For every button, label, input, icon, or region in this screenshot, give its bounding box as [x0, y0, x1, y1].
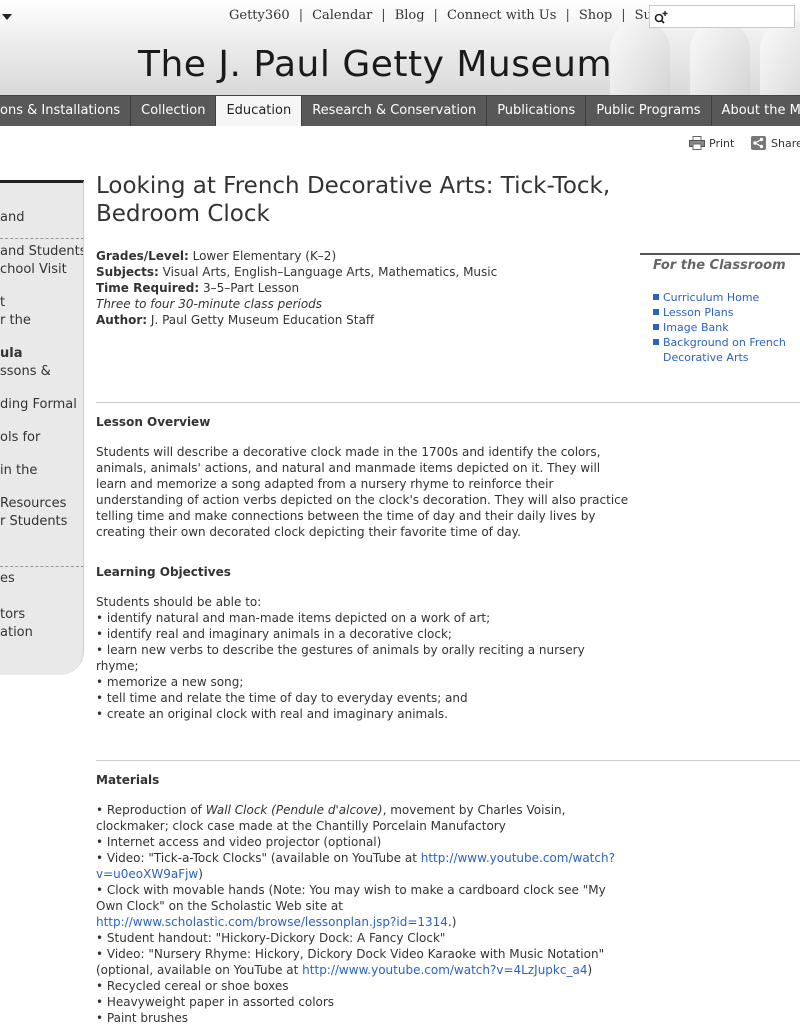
nav-tab-exhibitions[interactable]: ons & Installations: [0, 96, 132, 126]
material-item: • Paint brushes: [96, 1011, 189, 1024]
util-link-support[interactable]: Support: [635, 8, 649, 23]
printer-icon: [689, 136, 705, 150]
material-item: • Video: "Tick-a-Tock Clocks" (available…: [96, 851, 615, 881]
materials-list: • Reproduction of Wall Clock (Pendule d'…: [96, 802, 626, 1024]
nav-tab-research[interactable]: Research & Conservation: [302, 96, 488, 126]
sidebar-item[interactable]: es: [0, 570, 83, 588]
youtube-link-hickory-dickory[interactable]: http://www.youtube.com/watch?v=4LzJupkc_…: [302, 963, 587, 977]
sidebar-item[interactable]: tors ation: [0, 606, 83, 642]
objective-item: • memorize a new song;: [96, 675, 244, 689]
link-curriculum-home[interactable]: Curriculum Home: [653, 290, 800, 305]
main-nav: ons & Installations Collection Education…: [0, 95, 800, 126]
for-the-classroom-panel: For the Classroom Curriculum Home Lesson…: [640, 253, 800, 365]
util-link-shop[interactable]: Shop: [579, 8, 612, 23]
util-link-getty360[interactable]: Getty360: [229, 8, 290, 23]
material-item: • Heavyweight paper in assorted colors: [96, 995, 335, 1009]
sidebar-item[interactable]: and Students chool Visit: [0, 243, 83, 279]
objective-item: • identify real and imaginary animals in…: [96, 627, 452, 641]
sidebar-item[interactable]: ding Formal: [0, 396, 83, 414]
nav-tab-education[interactable]: Education: [216, 96, 303, 126]
link-image-bank[interactable]: Image Bank: [653, 320, 800, 335]
objectives-intro: Students should be able to:: [96, 595, 262, 609]
objective-item: • create an original clock with real and…: [96, 707, 448, 721]
left-sidebar: and and Students chool Visit tr the ula ss…: [0, 180, 84, 675]
site-header: Getty360 | Calendar | Blog | Connect with Us | S…: [0, 0, 800, 95]
for-the-classroom-title: For the Classroom: [653, 258, 786, 273]
util-link-connect[interactable]: Connect with Us: [447, 8, 557, 23]
materials-heading: Materials: [96, 773, 160, 787]
site-title[interactable]: The J. Paul Getty Museum: [138, 44, 612, 85]
share-icon: [751, 136, 766, 150]
dropdown-arrow-icon[interactable]: [2, 14, 12, 20]
utility-nav: Getty360 | Calendar | Blog | Connect with Us | S…: [229, 8, 649, 26]
share-label: Share: [771, 136, 800, 150]
main-content: Looking at French Decorative Arts: Tick-…: [96, 172, 800, 228]
search-icon[interactable]: [654, 10, 668, 24]
learning-objectives-list: Students should be able to: • identify n…: [96, 594, 596, 722]
header-decoration: [690, 20, 750, 95]
link-background-french-decorative-arts[interactable]: Background on French Decorative Arts: [653, 335, 800, 365]
sidebar-item[interactable]: Resources r Students: [0, 495, 83, 531]
grades-level: Grades/Level: Lower Elementary (K–2): [96, 249, 337, 263]
sidebar-divider: [0, 566, 83, 567]
material-item: • Internet access and video projector (o…: [96, 835, 382, 849]
material-item: • Recycled cereal or shoe boxes: [96, 979, 289, 993]
material-item: • Reproduction of Wall Clock (Pendule d'…: [96, 803, 566, 833]
share-button[interactable]: Share: [751, 136, 800, 150]
scholastic-link[interactable]: http://www.scholastic.com/browse/lessonp…: [96, 915, 448, 929]
nav-tab-about[interactable]: About the M: [712, 96, 800, 126]
objective-item: • tell time and relate the time of day t…: [96, 691, 468, 705]
subjects: Subjects: Visual Arts, English–Language …: [96, 265, 498, 279]
print-label: Print: [709, 136, 735, 150]
material-item: • Student handout: "Hickory-Dickory Dock…: [96, 931, 446, 945]
nav-tab-collection[interactable]: Collection: [131, 96, 217, 126]
time-required: Time Required: 3–5–Part Lesson: [96, 281, 300, 295]
header-decoration: [760, 20, 800, 95]
sidebar-divider: [0, 238, 83, 239]
page-title: Looking at French Decorative Arts: Tick-…: [96, 173, 611, 227]
sidebar-item-curricula[interactable]: ula ssons &: [0, 345, 83, 381]
sidebar-item[interactable]: in the: [0, 462, 83, 480]
author: Author: J. Paul Getty Museum Education S…: [96, 313, 375, 327]
link-lesson-plans[interactable]: Lesson Plans: [653, 305, 800, 320]
sidebar-item[interactable]: ols for: [0, 429, 83, 447]
print-button[interactable]: Print: [689, 136, 734, 150]
classroom-links: Curriculum Home Lesson Plans Image Bank …: [653, 290, 800, 365]
sidebar-item[interactable]: tr the: [0, 294, 83, 330]
section-divider: [96, 402, 800, 403]
material-item: • Video: "Nursery Rhyme: Hickory, Dickor…: [96, 947, 605, 977]
learning-objectives-heading: Learning Objectives: [96, 565, 231, 579]
lesson-overview-heading: Lesson Overview: [96, 415, 211, 429]
nav-tab-publications[interactable]: Publications: [487, 96, 587, 126]
objective-item: • identify natural and man-made items de…: [96, 611, 491, 625]
util-link-calendar[interactable]: Calendar: [312, 8, 372, 23]
sidebar-item[interactable]: and: [0, 209, 83, 227]
class-periods: Three to four 30-minute class periods: [96, 297, 323, 311]
nav-tab-public-programs[interactable]: Public Programs: [586, 96, 712, 126]
header-decoration: [610, 20, 670, 95]
util-link-blog[interactable]: Blog: [395, 8, 425, 23]
material-item: • Clock with movable hands (Note: You ma…: [96, 883, 606, 929]
objective-item: • learn new verbs to describe the gestur…: [96, 643, 585, 673]
section-divider: [96, 760, 800, 761]
search-input[interactable]: [649, 5, 795, 28]
lesson-overview-text: Students will describe a decorative cloc…: [96, 445, 629, 539]
